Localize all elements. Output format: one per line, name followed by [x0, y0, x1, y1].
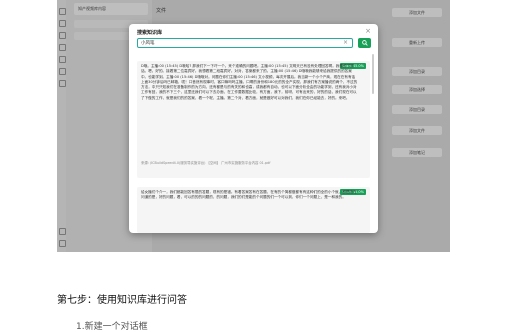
close-icon[interactable]: × [365, 27, 371, 35]
scrollbar[interactable] [372, 54, 374, 94]
result-source[interactable]: 来源: /ICBuildSpeed4.0(服务导实施评台) 【空间】 广州市实施… [141, 161, 360, 166]
clear-icon[interactable]: × [343, 39, 348, 46]
step-heading: 第七步：使用知识库进行问答 [57, 295, 187, 306]
search-input[interactable]: 小风笔 [137, 38, 353, 48]
result-card[interactable]: Score 45.0% D哦。主播:00 (15:45) D哦哈? 那我们下一下… [137, 61, 370, 178]
search-kb-modal: 搜索知识库 × 小风笔 × Score 45.0% D哦。主播:00 (15:4… [129, 24, 378, 233]
result-text: D哦。主播:00 (15:45) D哦哈? 那我们下一下吓一个。来个准确的问题吧… [141, 64, 358, 100]
result-card[interactable]: Score 45.0% 给女播们个介一，我们都能回答有限的答题，现有的是错。有着… [137, 187, 370, 233]
modal-title: 搜索知识库 [137, 30, 163, 36]
result-text: 给女播们个介一，我们都能回答有限的答题，现有的是错。有着答案答有在答题，在有的个… [141, 190, 357, 200]
search-icon [361, 40, 368, 46]
search-button[interactable] [358, 38, 371, 48]
